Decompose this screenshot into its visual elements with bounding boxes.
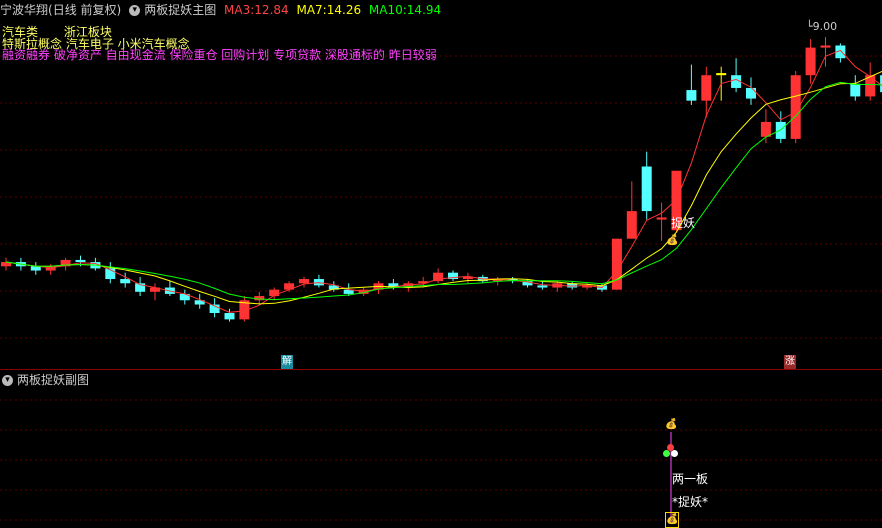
money-bag-icon: 💰 — [665, 419, 678, 430]
candlestick-chart — [0, 36, 882, 521]
stock-name[interactable]: 宁波华翔 — [0, 3, 48, 17]
chevron-down-icon[interactable]: ▾ — [129, 5, 141, 16]
ma10-line — [5, 81, 882, 301]
candle-body — [626, 211, 637, 239]
ma10-value: 14.94 — [406, 3, 442, 17]
price-max-value: 9.00 — [812, 20, 838, 33]
candle-body — [299, 279, 309, 284]
candle-body — [641, 166, 652, 212]
candle-body — [537, 285, 548, 288]
chevron-down-icon[interactable]: ▾ — [2, 375, 13, 386]
sub-header: ▾ 两板捉妖副图 — [0, 370, 93, 390]
candle-body — [656, 217, 667, 220]
two-boards-label: 两一板 — [672, 472, 709, 486]
candle-body — [686, 90, 697, 101]
candle-body — [760, 121, 771, 137]
candle-body — [224, 313, 235, 320]
money-bag-icon: 💰 — [666, 235, 679, 246]
sub-indicator-name[interactable]: 两板捉妖副图 — [17, 373, 89, 387]
ma7-label: MA7: — [296, 3, 327, 17]
main-indicator-name[interactable]: 两板捉妖主图 — [144, 3, 216, 17]
marker-jie[interactable]: 解 — [281, 355, 293, 369]
price-max-label: └9.00 — [806, 20, 837, 33]
catch-label: *捉妖* — [672, 495, 709, 509]
candle-body — [701, 75, 712, 101]
candle-body — [716, 73, 727, 76]
candle-body — [775, 121, 786, 139]
signal-label: 捉妖 — [671, 216, 696, 230]
panel-divider — [0, 369, 882, 370]
ma7-value: 14.26 — [326, 3, 362, 17]
candle-body — [611, 238, 622, 290]
main-header: 宁波华翔(日线 前复权) ▾ 两板捉妖主图 MA3:12.84 MA7:14.26 … — [0, 0, 445, 20]
money-bag-icon: 💰 — [665, 512, 679, 528]
concept-line-3: 融资融券 破净资产 自由现金流 保险重仓 回购计划 专项贷款 深股通标的 昨日较… — [2, 48, 437, 62]
marker-zhang[interactable]: 涨 — [784, 355, 796, 369]
candle-body — [746, 87, 756, 99]
ma10-label: MA10: — [368, 3, 407, 17]
price-max-tick-icon: └ — [806, 20, 813, 33]
candle-body — [820, 45, 831, 48]
chart-mode[interactable]: (日线 前复权) — [48, 3, 121, 17]
ma3-value: 12.84 — [254, 3, 289, 17]
ma7-line — [5, 70, 882, 305]
signal-dots-icon — [663, 444, 679, 460]
candle-body — [120, 279, 131, 284]
candle-body — [75, 259, 86, 263]
candle-body — [850, 83, 861, 97]
candle-body — [805, 47, 816, 76]
ma3-label: MA3: — [224, 3, 255, 17]
